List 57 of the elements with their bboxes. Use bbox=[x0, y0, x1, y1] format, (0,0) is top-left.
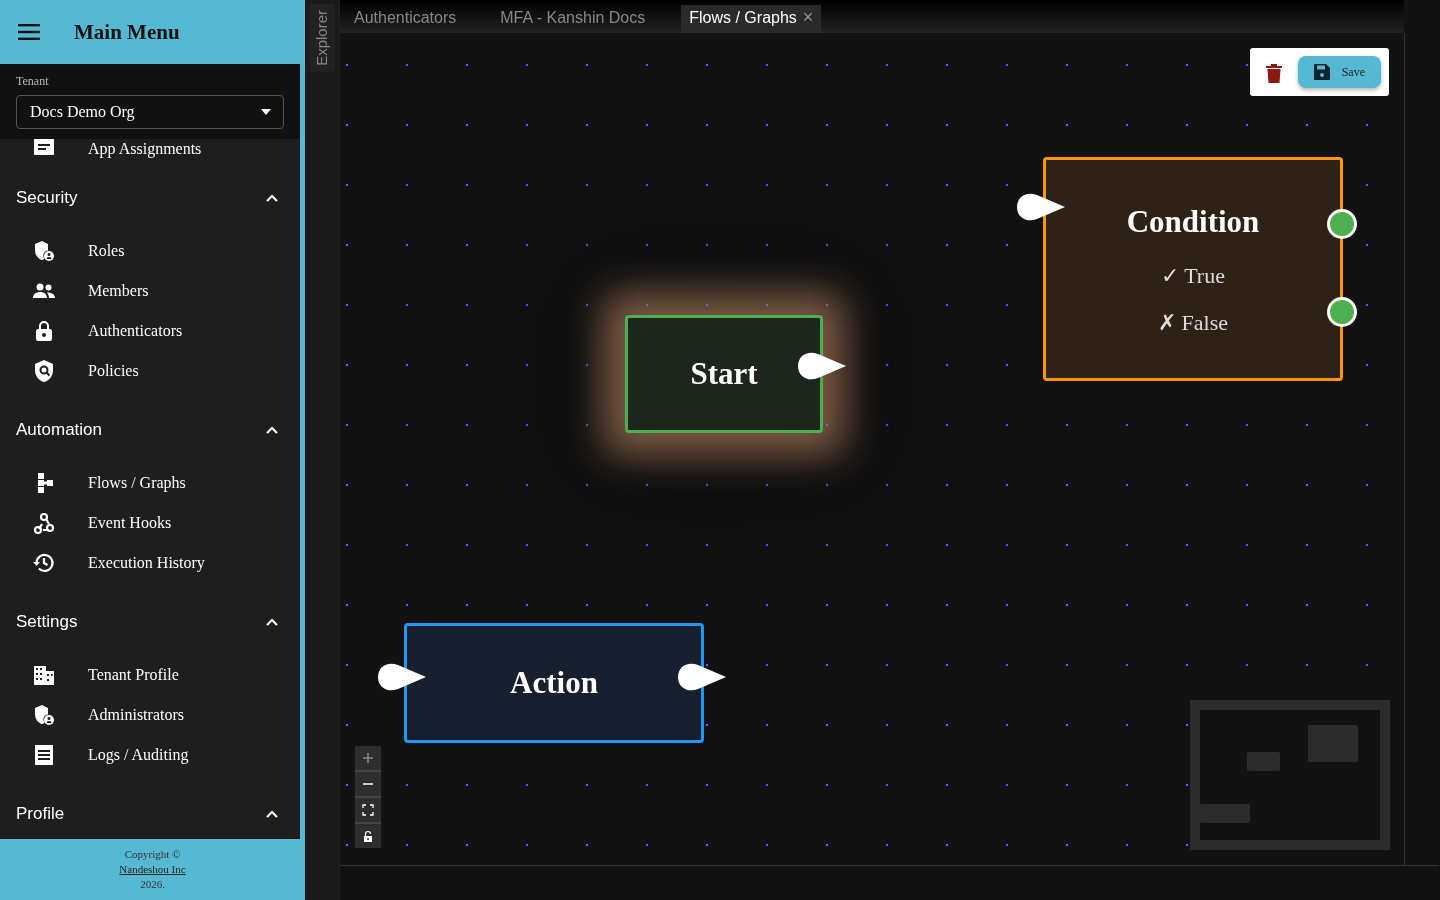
lock-icon bbox=[362, 830, 374, 842]
copyright-year: 2026. bbox=[140, 877, 165, 892]
history-icon bbox=[32, 551, 56, 575]
save-button[interactable]: Save bbox=[1297, 56, 1381, 88]
output-port[interactable] bbox=[1327, 297, 1357, 327]
caret-icon bbox=[261, 109, 271, 115]
node-title: Start bbox=[690, 354, 758, 393]
start-node[interactable]: Start bbox=[625, 315, 823, 433]
sidebar-item[interactable]: Administrators bbox=[0, 695, 300, 735]
section-header[interactable]: Profile bbox=[0, 791, 300, 837]
tenant-select[interactable]: Docs Demo Org bbox=[16, 95, 284, 129]
sidebar-item[interactable]: Policies bbox=[0, 351, 300, 391]
output-label: ✓ True bbox=[1161, 262, 1225, 291]
section-header[interactable]: Automation bbox=[0, 407, 300, 453]
shield-search-icon bbox=[32, 359, 56, 383]
shield-icon bbox=[32, 703, 56, 727]
fit-view-icon bbox=[362, 804, 374, 816]
zoom-in-icon bbox=[362, 752, 374, 764]
chevron-up-icon bbox=[266, 194, 278, 202]
tab[interactable]: Flows / Graphs × bbox=[681, 5, 822, 33]
node-title: Action bbox=[510, 663, 598, 702]
sidebar-item[interactable]: Members bbox=[0, 271, 300, 311]
sidebar-item[interactable]: Flows / Graphs bbox=[0, 463, 300, 503]
action-node[interactable]: Action bbox=[404, 623, 704, 743]
copyright-text: Copyright © bbox=[124, 847, 181, 862]
sidebar-item[interactable]: Authenticators bbox=[0, 311, 300, 351]
webhook-icon bbox=[32, 511, 56, 535]
sidebar-item[interactable]: Roles bbox=[0, 231, 300, 271]
trash-icon bbox=[1265, 62, 1282, 83]
sidebar-title: Main Menu bbox=[74, 19, 180, 45]
sidebar-item[interactable]: Tenant Profile bbox=[0, 655, 300, 695]
chevron-up-icon bbox=[266, 618, 278, 626]
menu-icon[interactable] bbox=[18, 24, 40, 40]
tenant-label: Tenant bbox=[16, 74, 50, 89]
company-link[interactable]: Nandeshou Inc bbox=[119, 862, 186, 877]
sidebar-item[interactable]: Event Hooks bbox=[0, 503, 300, 543]
building-icon bbox=[32, 663, 56, 687]
chevron-up-icon bbox=[266, 426, 278, 434]
chevron-up-icon bbox=[266, 810, 278, 818]
condition-node[interactable]: Condition ✓ True ✗ False bbox=[1043, 157, 1343, 381]
tab[interactable]: MFA - Kanshin Docs bbox=[492, 5, 654, 33]
zoom-control[interactable] bbox=[355, 798, 381, 822]
zoom-control[interactable] bbox=[355, 772, 381, 796]
tab[interactable]: Authenticators bbox=[346, 5, 465, 33]
explorer-tab[interactable]: Explorer bbox=[309, 4, 335, 72]
output-port[interactable] bbox=[1327, 209, 1357, 239]
output-label: ✗ False bbox=[1158, 309, 1228, 338]
sidebar-item[interactable]: Logs / Auditing bbox=[0, 735, 300, 775]
close-icon[interactable]: × bbox=[802, 7, 814, 27]
section-header[interactable]: Security bbox=[0, 175, 300, 221]
sidebar-item[interactable]: App Assignments bbox=[88, 140, 202, 158]
section-header[interactable]: Settings bbox=[0, 599, 300, 645]
node-title: Condition bbox=[1126, 202, 1260, 241]
sidebar-item[interactable]: Execution History bbox=[0, 543, 300, 583]
shield-icon bbox=[32, 239, 56, 263]
receipt-icon bbox=[32, 743, 56, 767]
zoom-control[interactable] bbox=[355, 824, 381, 848]
